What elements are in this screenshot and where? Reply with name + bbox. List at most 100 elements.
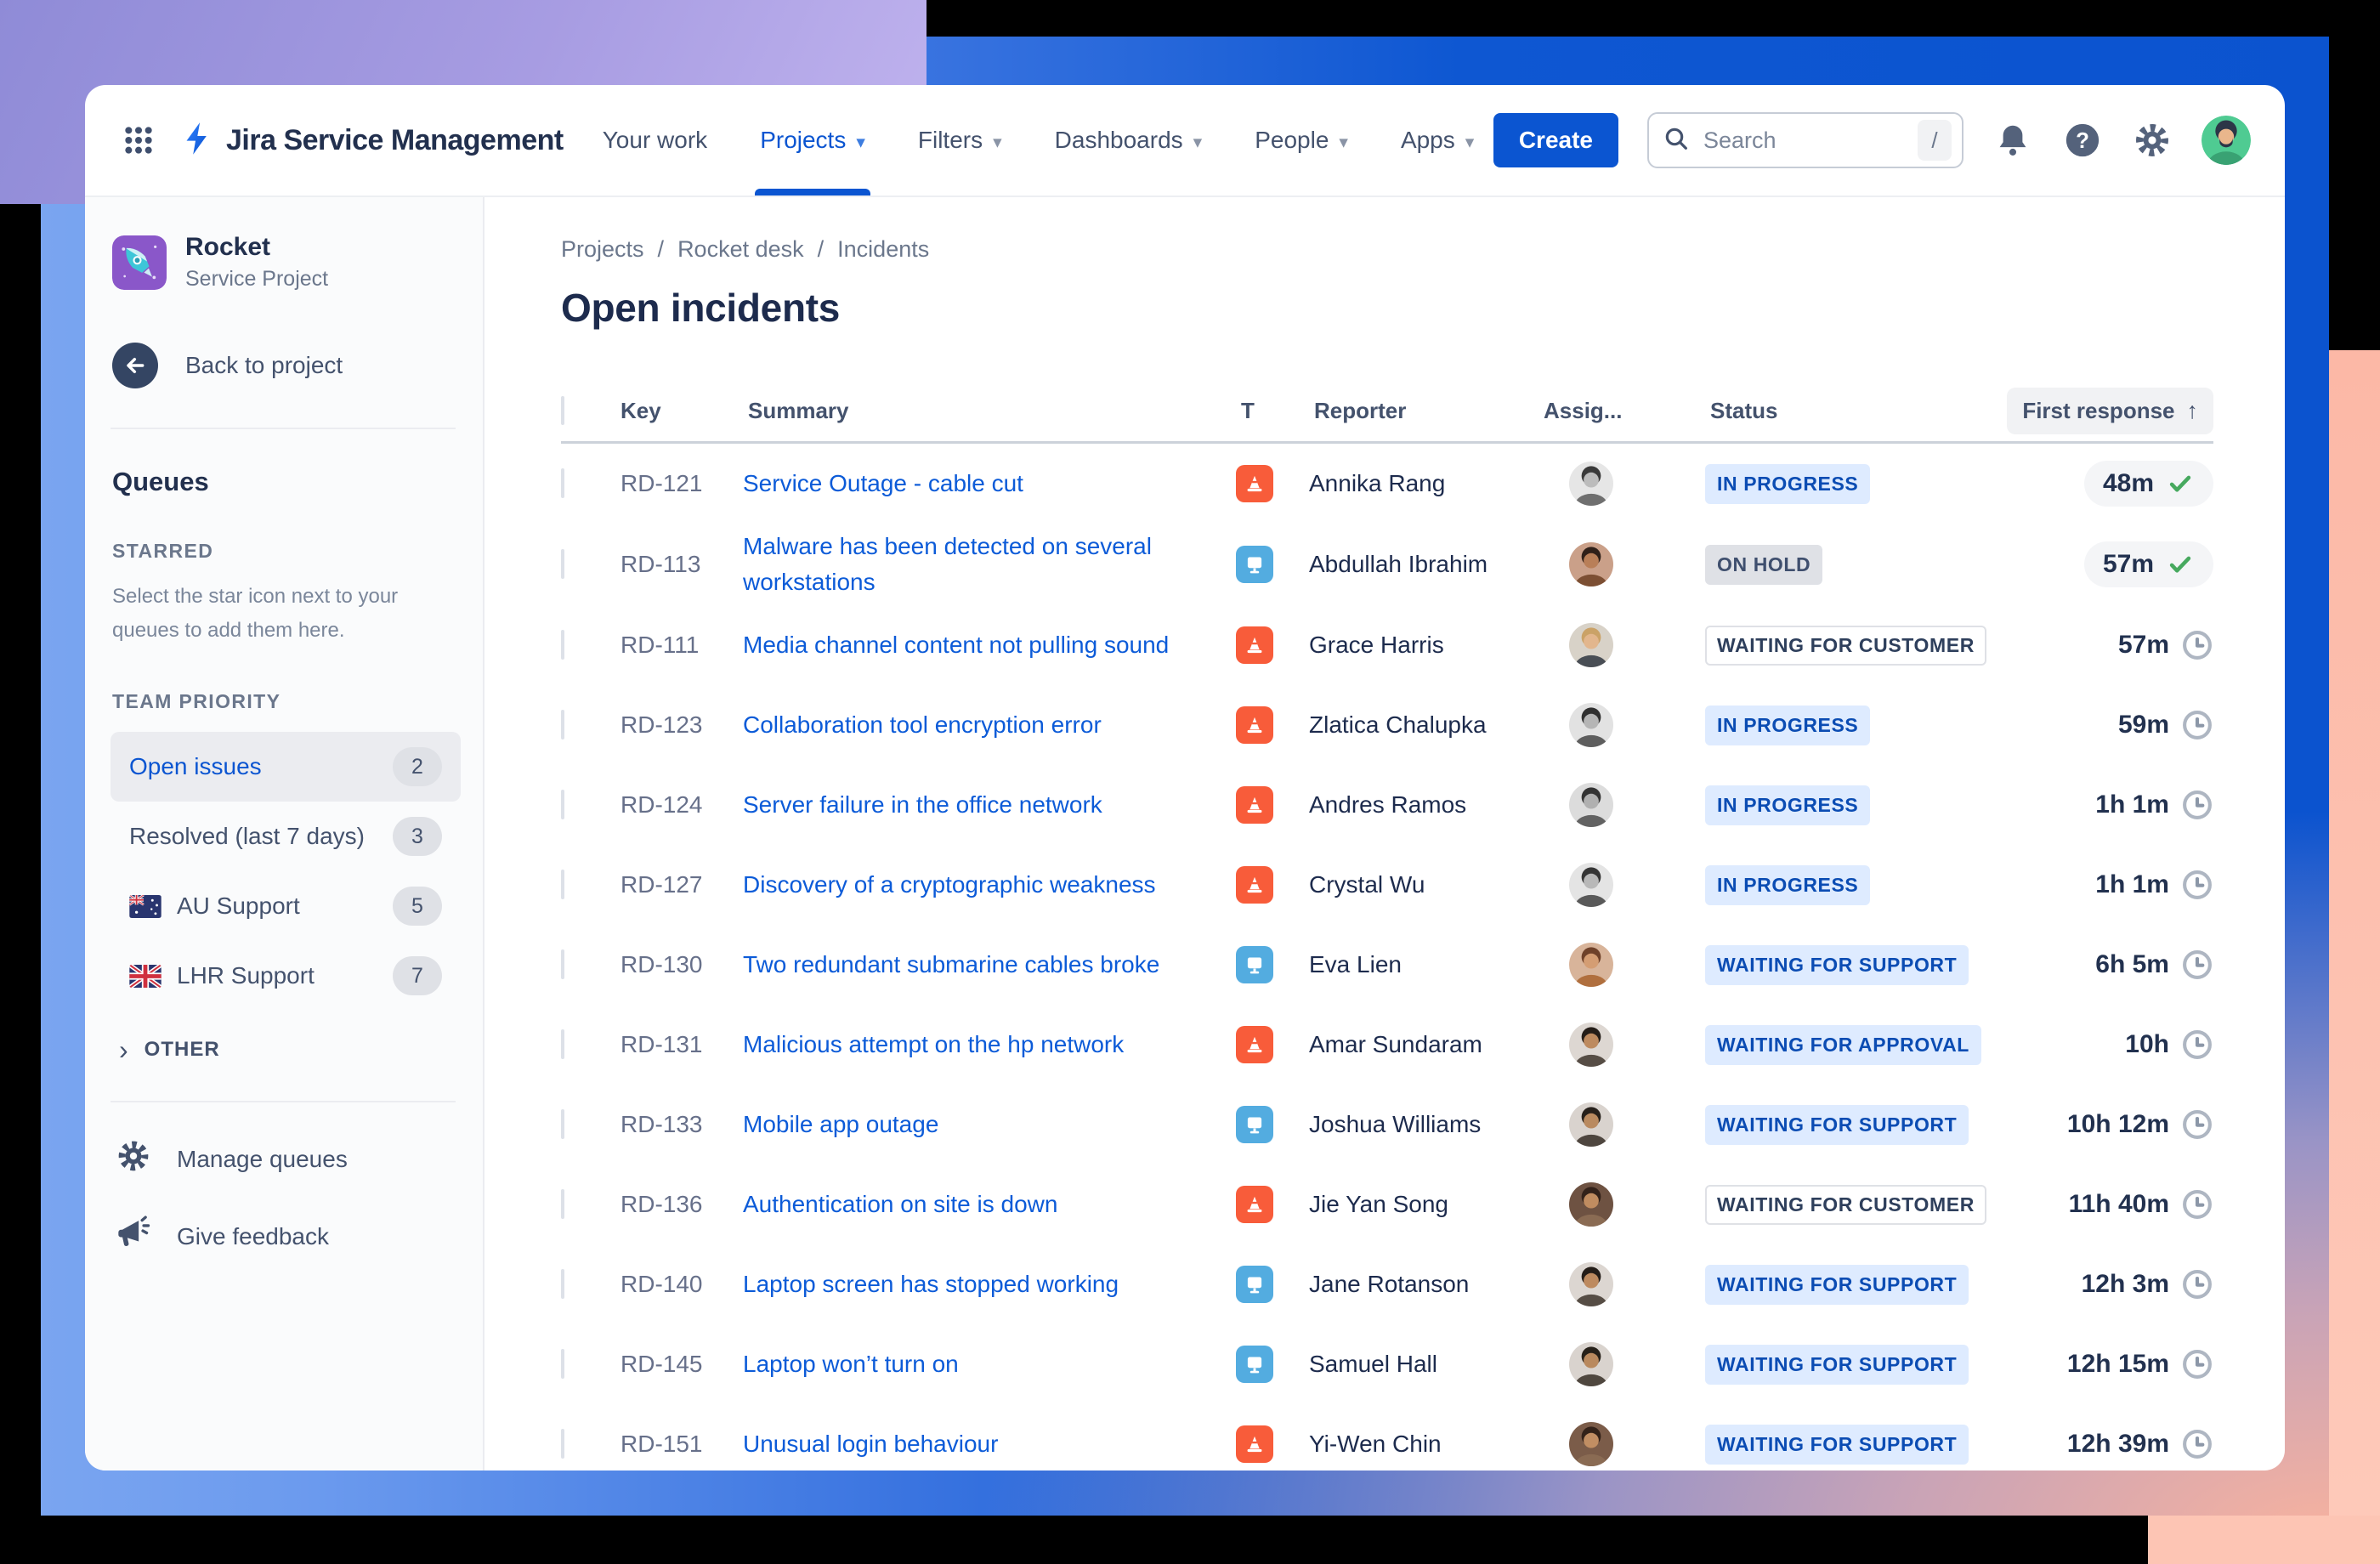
reporter-name: Abdullah Ibrahim	[1309, 551, 1488, 577]
row-checkbox[interactable]	[561, 710, 564, 740]
back-to-project-button[interactable]: Back to project	[110, 343, 461, 388]
svg-text:?: ?	[2076, 129, 2089, 153]
table-row[interactable]: RD-127 Discovery of a cryptographic weak…	[561, 845, 2213, 925]
nav-item-people[interactable]: People ▾	[1255, 85, 1348, 196]
help-icon[interactable]: ?	[2062, 120, 2103, 161]
table-row[interactable]: RD-123 Collaboration tool encryption err…	[561, 685, 2213, 765]
issue-summary-link[interactable]: Authentication on site is down	[743, 1187, 1091, 1222]
row-checkbox[interactable]	[561, 1109, 564, 1139]
column-header-type[interactable]: T	[1236, 398, 1309, 424]
sidebar-queue-item-open-issues[interactable]: Open issues 2	[110, 732, 461, 802]
breadcrumb-item[interactable]: Projects	[561, 236, 644, 263]
jira-logo[interactable]: Jira Service Management	[180, 119, 564, 162]
column-header-status[interactable]: Status	[1705, 398, 1986, 424]
issue-summary-link[interactable]: Discovery of a cryptographic weakness	[743, 867, 1190, 903]
row-checkbox[interactable]	[561, 1189, 564, 1219]
manage-queues-button[interactable]: Manage queues	[110, 1138, 461, 1180]
queue-list: Open issues 2 Resolved (last 7 days) 3 A…	[110, 732, 461, 1011]
table-row[interactable]: RD-136 Authentication on site is down Ji…	[561, 1164, 2213, 1244]
table-row[interactable]: RD-151 Unusual login behaviour Yi-Wen Ch…	[561, 1404, 2213, 1470]
breadcrumb: Projects / Rocket desk / Incidents	[561, 236, 2213, 263]
issue-summary-link[interactable]: Two redundant submarine cables broke	[743, 947, 1193, 983]
table-row[interactable]: RD-140 Laptop screen has stopped working…	[561, 1244, 2213, 1324]
other-section-toggle[interactable]: › OTHER	[110, 1036, 461, 1063]
table-row[interactable]: RD-130 Two redundant submarine cables br…	[561, 925, 2213, 1005]
row-checkbox[interactable]	[561, 1029, 564, 1059]
row-checkbox[interactable]	[561, 468, 564, 498]
row-checkbox[interactable]	[561, 549, 564, 579]
row-checkbox[interactable]	[561, 1349, 564, 1379]
issue-key: RD-133	[620, 1111, 703, 1137]
table-row[interactable]: RD-145 Laptop won’t turn on Samuel Hall …	[561, 1324, 2213, 1404]
column-header-key[interactable]: Key	[615, 398, 743, 424]
nav-item-apps[interactable]: Apps ▾	[1401, 85, 1474, 196]
app-switcher-icon[interactable]	[119, 121, 158, 160]
column-header-assignee[interactable]: Assig...	[1538, 398, 1705, 424]
reporter-name: Samuel Hall	[1309, 1351, 1437, 1377]
create-button[interactable]: Create	[1493, 113, 1618, 167]
row-checkbox[interactable]	[561, 870, 564, 899]
issue-summary-link[interactable]: Collaboration tool encryption error	[743, 707, 1136, 743]
starred-section-label: STARRED	[112, 540, 214, 562]
first-response-time: 6h 5m	[2095, 950, 2169, 978]
breadcrumb-item[interactable]: Incidents	[837, 236, 929, 263]
user-avatar[interactable]	[2202, 116, 2251, 165]
nav-item-your-work[interactable]: Your work	[603, 85, 707, 196]
table-row[interactable]: RD-131 Malicious attempt on the hp netwo…	[561, 1005, 2213, 1085]
status-badge: IN PROGRESS	[1705, 463, 1871, 504]
issue-summary-link[interactable]: Server failure in the office network	[743, 787, 1136, 823]
select-all-checkbox[interactable]	[561, 395, 564, 425]
primary-nav: Your work Projects ▾ Filters ▾ Dashboards ▾ Peo…	[603, 85, 1474, 196]
page-title: Open incidents	[561, 286, 841, 330]
give-feedback-button[interactable]: Give feedback	[110, 1216, 461, 1257]
flag-icon	[129, 894, 162, 918]
first-response-cell: 12h 15m	[2067, 1348, 2213, 1380]
issue-summary-link[interactable]: Laptop screen has stopped working	[743, 1266, 1153, 1302]
row-checkbox[interactable]	[561, 630, 564, 660]
nav-item-dashboards[interactable]: Dashboards ▾	[1055, 85, 1203, 196]
issue-summary-link[interactable]: Mobile app outage	[743, 1107, 972, 1142]
sidebar-queue-item-lhr-support[interactable]: LHR Support 7	[110, 941, 461, 1011]
issue-summary-link[interactable]: Malicious attempt on the hp network	[743, 1027, 1158, 1062]
breadcrumb-item[interactable]: Rocket desk	[677, 236, 804, 263]
status-badge: ON HOLD	[1705, 544, 1823, 585]
clock-icon	[2183, 1190, 2212, 1219]
issue-summary-link[interactable]: Unusual login behaviour	[743, 1426, 1032, 1462]
row-checkbox[interactable]	[561, 949, 564, 979]
issue-summary-link[interactable]: Laptop won’t turn on	[743, 1346, 993, 1382]
sidebar-queue-item-au-support[interactable]: AU Support 5	[110, 871, 461, 941]
first-response-time: 57m	[2117, 631, 2169, 659]
row-checkbox[interactable]	[561, 1269, 564, 1299]
table-row[interactable]: RD-113 Malware has been detected on seve…	[561, 524, 2213, 605]
search-box[interactable]: /	[1647, 112, 1964, 168]
issue-summary-link[interactable]: Malware has been detected on several wor…	[743, 529, 1236, 600]
column-header-reporter[interactable]: Reporter	[1309, 398, 1538, 424]
status-badge: WAITING FOR APPROVAL	[1705, 1024, 1981, 1065]
clock-icon	[2183, 631, 2212, 660]
first-response-cell: 12h 39m	[2067, 1428, 2213, 1460]
nav-item-filters[interactable]: Filters ▾	[918, 85, 1002, 196]
project-type: Service Project	[185, 267, 329, 291]
sla-clock-icon	[2181, 949, 2213, 981]
table-row[interactable]: RD-111 Media channel content not pulling…	[561, 605, 2213, 685]
table-row[interactable]: RD-124 Server failure in the office netw…	[561, 765, 2213, 845]
issue-summary-link[interactable]: Service Outage - cable cut	[743, 466, 1057, 502]
bell-icon[interactable]	[1992, 120, 2033, 161]
search-input[interactable]	[1702, 126, 1882, 155]
gear-icon[interactable]	[2132, 120, 2173, 161]
first-response-cell: 48m	[2083, 461, 2213, 507]
row-checkbox[interactable]	[561, 790, 564, 819]
issue-key: RD-121	[620, 470, 703, 496]
column-header-summary[interactable]: Summary	[743, 398, 1236, 424]
assignee-avatar	[1538, 783, 1705, 827]
status-badge: IN PROGRESS	[1705, 785, 1871, 825]
table-row[interactable]: RD-133 Mobile app outage Joshua Williams…	[561, 1085, 2213, 1164]
row-checkbox[interactable]	[561, 1429, 564, 1459]
issue-summary-link[interactable]: Media channel content not pulling sound	[743, 627, 1203, 663]
sidebar-queue-item-resolved-last-7-days-[interactable]: Resolved (last 7 days) 3	[110, 802, 461, 871]
nav-item-projects[interactable]: Projects ▾	[755, 85, 870, 196]
incident-type-icon	[1236, 866, 1273, 904]
table-row[interactable]: RD-121 Service Outage - cable cut Annika…	[561, 444, 2213, 524]
column-header-first-response[interactable]: First response ↑	[2007, 387, 2213, 434]
issue-key: RD-113	[620, 551, 701, 577]
